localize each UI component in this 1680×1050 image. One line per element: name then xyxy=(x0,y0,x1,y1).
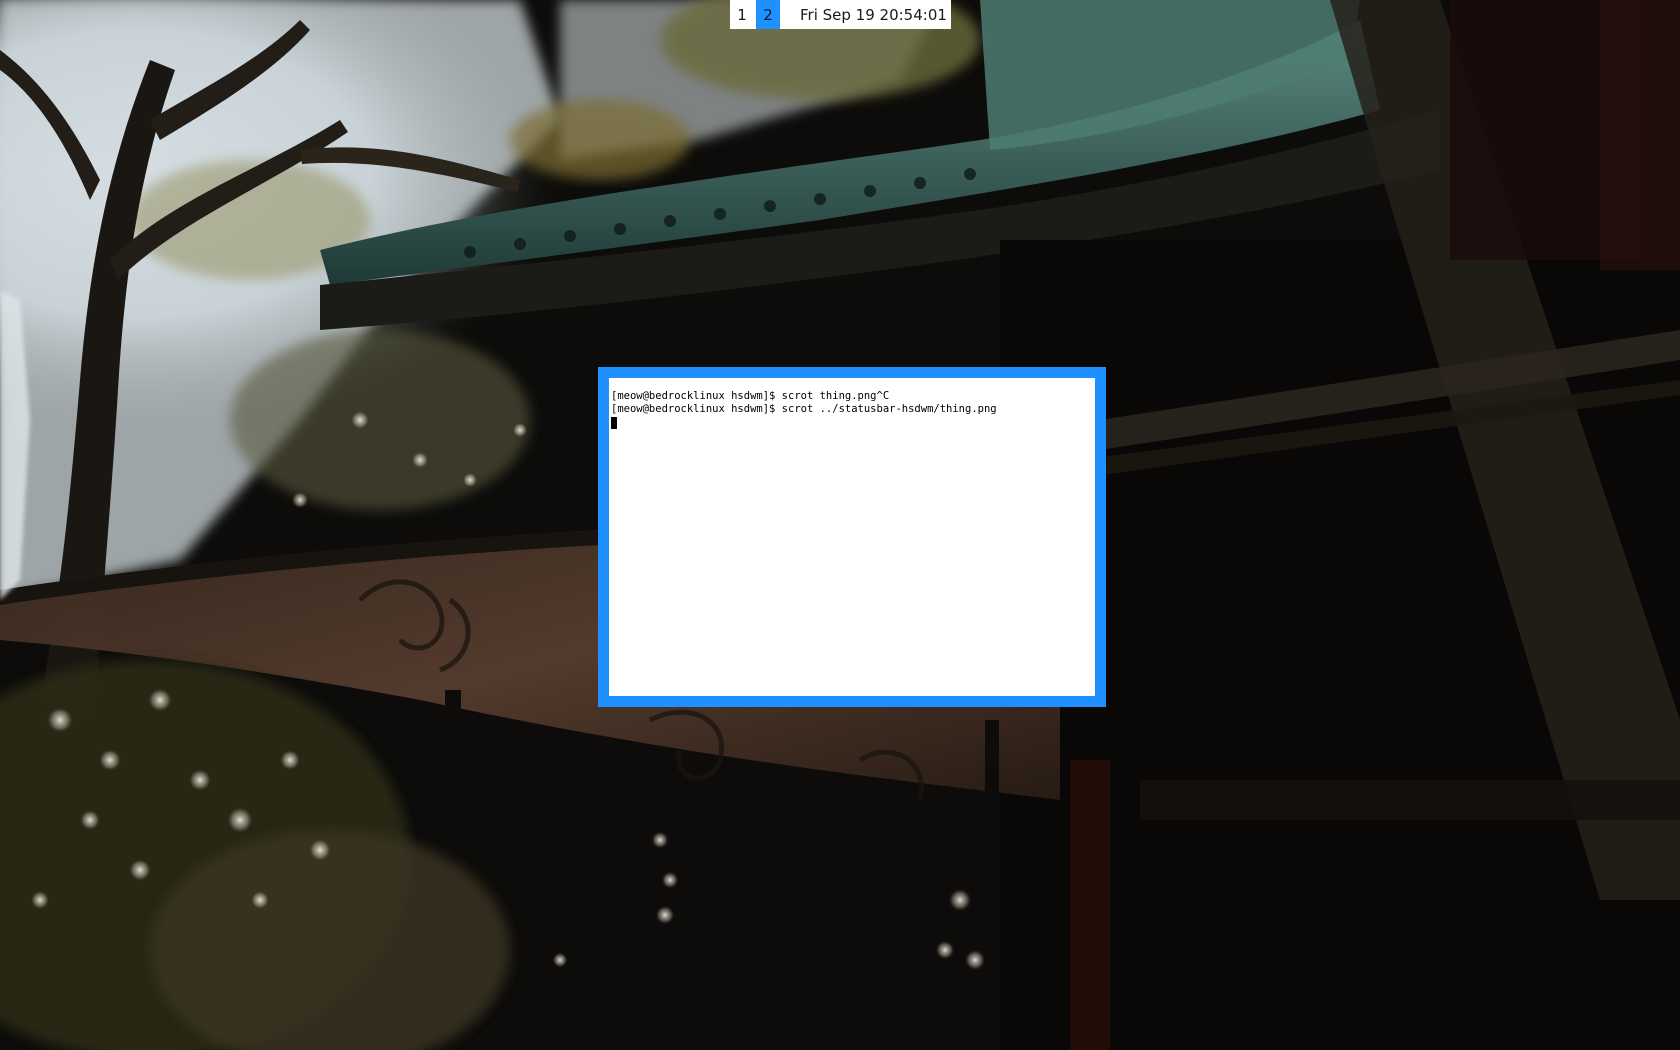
terminal-line: [meow@bedrocklinux hsdwm]$ scrot ../stat… xyxy=(611,403,997,415)
workspace-tag-2[interactable]: 2 xyxy=(756,0,780,29)
clock: Fri Sep 19 20:54:01 xyxy=(800,5,947,24)
workspace-tag-1-label: 1 xyxy=(737,5,747,24)
status-bar: 1 2 Fri Sep 19 20:54:01 xyxy=(730,0,951,29)
workspace-tag-1[interactable]: 1 xyxy=(730,0,754,29)
desktop: 1 2 Fri Sep 19 20:54:01 [meow@bedrocklin… xyxy=(0,0,1680,1050)
workspace-tag-2-label: 2 xyxy=(763,5,773,24)
terminal-prompt-line xyxy=(611,416,1095,429)
text-cursor xyxy=(611,417,617,429)
terminal-output[interactable]: [meow@bedrocklinux hsdwm]$ scrot thing.p… xyxy=(609,378,1095,696)
terminal-window[interactable]: [meow@bedrocklinux hsdwm]$ scrot thing.p… xyxy=(598,367,1106,707)
terminal-line: [meow@bedrocklinux hsdwm]$ scrot thing.p… xyxy=(611,390,890,402)
